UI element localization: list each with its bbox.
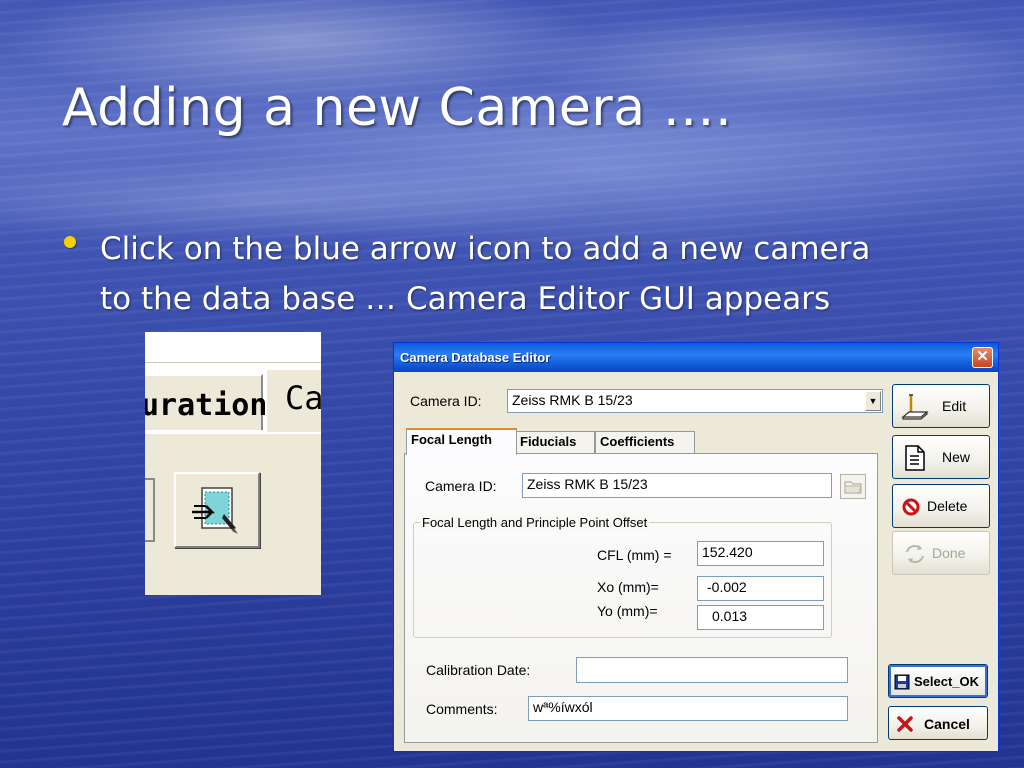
- xo-label: Xo (mm)=: [597, 579, 659, 595]
- camera-id-label: Camera ID:: [410, 393, 482, 409]
- add-camera-button[interactable]: [174, 472, 260, 548]
- select-ok-label: Select_OK: [914, 674, 980, 689]
- tab-fiducials[interactable]: Fiducials: [515, 431, 595, 453]
- delete-button-label: Delete: [927, 498, 968, 514]
- done-button-label: Done: [932, 545, 966, 561]
- select-ok-button[interactable]: Select_OK: [888, 664, 988, 698]
- snippet-divider: [145, 362, 321, 365]
- yo-label: Yo (mm)=: [597, 603, 658, 619]
- dropdown-arrow-icon[interactable]: ▼: [865, 391, 881, 411]
- cancel-label: Cancel: [924, 716, 970, 732]
- yo-field[interactable]: 0.013: [697, 605, 824, 630]
- tab-coefficients[interactable]: Coefficients: [595, 431, 695, 453]
- close-icon: ✕: [976, 348, 989, 365]
- bullet-line-2: to the data base … Camera Editor GUI app…: [100, 281, 831, 317]
- inner-camera-id-field[interactable]: Zeiss RMK B 15/23: [522, 473, 832, 498]
- snippet-partial-button[interactable]: [145, 478, 155, 542]
- done-button[interactable]: Done: [892, 531, 990, 575]
- zoomed-toolbar-snippet: uration Ca: [145, 332, 321, 595]
- cfl-field[interactable]: 152.420: [697, 541, 824, 566]
- slide-title: Adding a new Camera ….: [62, 78, 733, 138]
- new-button-label: New: [942, 449, 971, 465]
- new-document-icon: [905, 445, 925, 471]
- tab-focal-length[interactable]: Focal Length: [406, 428, 517, 455]
- camera-database-editor-dialog: Camera Database Editor ✕ Camera ID: Zeis…: [393, 342, 999, 752]
- snippet-tab-camera[interactable]: Ca: [265, 368, 321, 432]
- groupbox-title: Focal Length and Principle Point Offset: [420, 515, 650, 530]
- browse-folder-button[interactable]: [840, 474, 866, 499]
- cancel-x-icon: [897, 716, 913, 732]
- close-button[interactable]: ✕: [972, 347, 993, 368]
- save-icon: [894, 674, 910, 690]
- edit-button[interactable]: Edit: [892, 384, 990, 428]
- edit-button-label: Edit: [942, 398, 967, 414]
- delete-button[interactable]: Delete: [892, 484, 990, 528]
- xo-field[interactable]: -0.002: [697, 576, 824, 601]
- dialog-title: Camera Database Editor: [400, 350, 551, 365]
- calibration-date-label: Calibration Date:: [426, 662, 531, 678]
- blue-arrow-icon: [192, 487, 238, 534]
- bullet-line-1: Click on the blue arrow icon to add a ne…: [100, 231, 871, 267]
- cfl-label: CFL (mm) =: [597, 547, 672, 563]
- inner-camera-id-label: Camera ID:: [425, 478, 497, 494]
- camera-id-combobox-value: Zeiss RMK B 15/23: [512, 392, 633, 408]
- refresh-icon: [906, 545, 924, 563]
- snippet-tab-configuration[interactable]: uration: [145, 374, 267, 430]
- camera-id-combobox[interactable]: Zeiss RMK B 15/23 ▼: [507, 389, 883, 413]
- comments-label: Comments:: [426, 701, 498, 717]
- edit-icon: [901, 394, 929, 420]
- folder-icon: [844, 481, 862, 494]
- bullet-text: Click on the blue arrow icon to add a ne…: [100, 224, 1000, 324]
- comments-field[interactable]: wª%íwxól: [528, 696, 848, 721]
- cancel-button[interactable]: Cancel: [888, 706, 988, 740]
- title-bar[interactable]: Camera Database Editor ✕: [394, 343, 998, 372]
- delete-icon: [902, 498, 920, 516]
- new-button[interactable]: New: [892, 435, 990, 479]
- calibration-date-field[interactable]: [576, 657, 848, 683]
- bullet-icon: [64, 236, 76, 248]
